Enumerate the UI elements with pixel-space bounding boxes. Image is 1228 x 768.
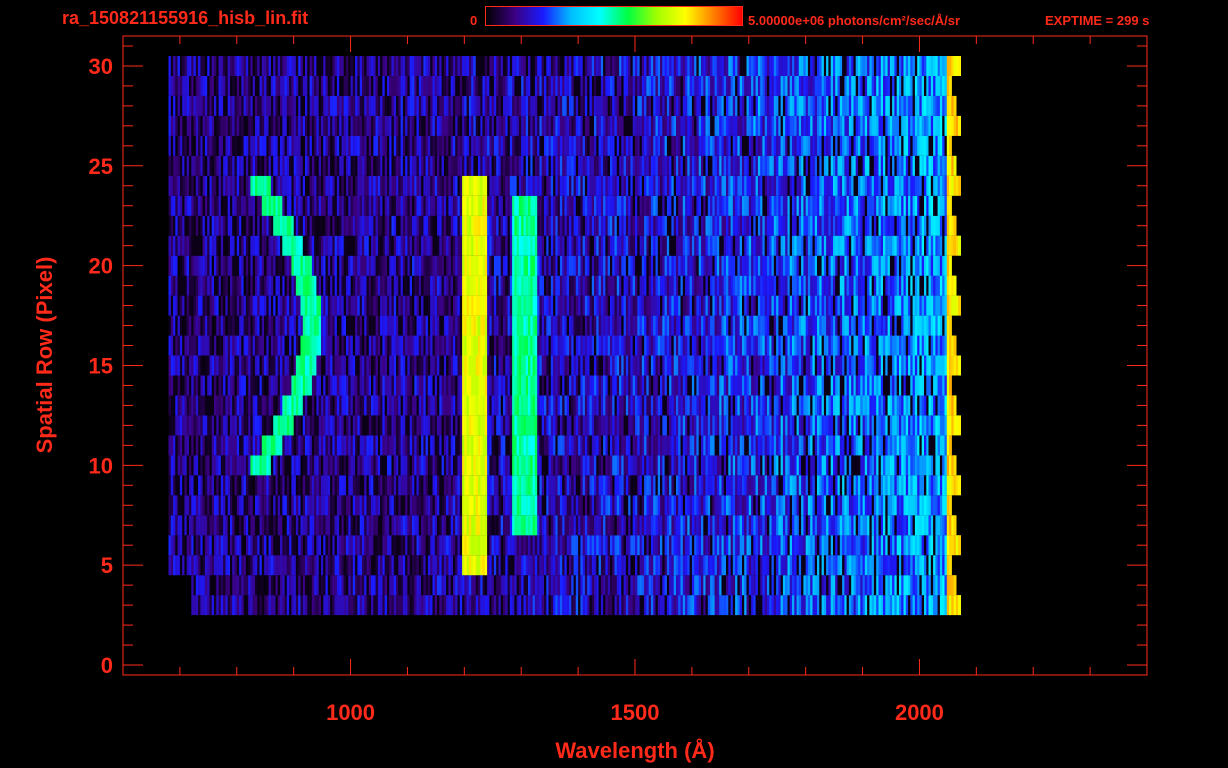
heatmap-cell <box>953 395 957 416</box>
heatmap-cell <box>949 495 952 516</box>
heatmap-cells <box>168 56 961 616</box>
heatmap-cell <box>958 595 961 616</box>
heatmap-cell <box>949 435 952 456</box>
heatmap-cell <box>949 375 952 396</box>
heatmap-cell <box>958 535 961 556</box>
heatmap-cell <box>953 575 957 596</box>
heatmap-cell <box>958 415 961 436</box>
heatmap-cell <box>958 475 961 496</box>
heatmap-cell <box>953 515 957 536</box>
heatmap-cell <box>958 355 961 376</box>
heatmap-cell <box>953 455 957 476</box>
spectrum-image-plot: 1000 1500 2000 051015202530 Wavelength (Å)… <box>32 35 1148 763</box>
heatmap-cell <box>949 555 952 576</box>
heatmap-cell <box>953 335 957 356</box>
